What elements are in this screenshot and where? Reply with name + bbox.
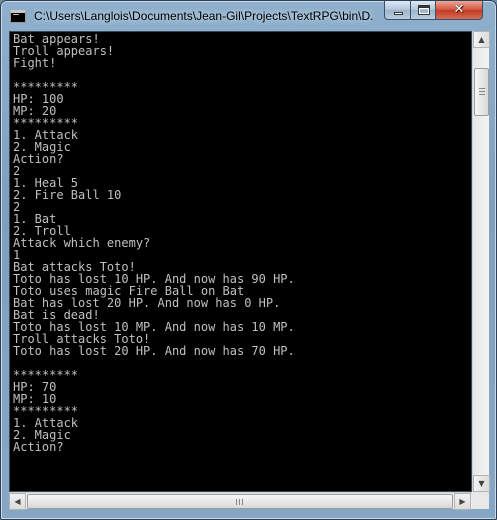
close-button[interactable]: ✕ bbox=[435, 1, 483, 20]
maximize-icon bbox=[418, 5, 430, 15]
vertical-scrollbar[interactable]: ▲ ▼ bbox=[472, 31, 490, 492]
console-line: Action? bbox=[13, 440, 64, 454]
title-bar[interactable]: C:\Users\Langlois\Documents\Jean-Gil\Pro… bbox=[1, 1, 497, 31]
console-line: Toto has lost 20 HP. And now has 70 HP. bbox=[13, 344, 295, 358]
scroll-up-button[interactable]: ▲ bbox=[473, 31, 490, 48]
console-output[interactable]: Bat appears! Troll appears! Fight! ********… bbox=[9, 31, 472, 492]
console-line: Fight! bbox=[13, 56, 57, 70]
maximize-button[interactable] bbox=[410, 1, 436, 20]
horizontal-scroll-thumb[interactable] bbox=[27, 494, 453, 509]
console-app-icon[interactable] bbox=[10, 10, 26, 23]
console-line: Action? bbox=[13, 152, 64, 166]
size-grip[interactable] bbox=[472, 492, 489, 509]
window-title: C:\Users\Langlois\Documents\Jean-Gil\Pro… bbox=[34, 9, 374, 23]
console-line: 2. Fire Ball 10 bbox=[13, 188, 122, 202]
minimize-button[interactable] bbox=[384, 1, 411, 20]
close-icon: ✕ bbox=[453, 2, 465, 17]
scroll-right-button[interactable]: ▶ bbox=[454, 493, 471, 510]
vertical-scroll-thumb[interactable] bbox=[474, 68, 489, 116]
scroll-left-button[interactable]: ◀ bbox=[9, 493, 26, 510]
console-window: C:\Users\Langlois\Documents\Jean-Gil\Pro… bbox=[0, 0, 497, 520]
console-line: Attack which enemy? bbox=[13, 236, 151, 250]
scroll-down-button[interactable]: ▼ bbox=[473, 475, 490, 492]
minimize-icon bbox=[394, 12, 403, 15]
horizontal-scrollbar[interactable]: ◀ ▶ bbox=[9, 492, 472, 510]
console-text: Bat appears! Troll appears! Fight! ********… bbox=[13, 33, 295, 453]
